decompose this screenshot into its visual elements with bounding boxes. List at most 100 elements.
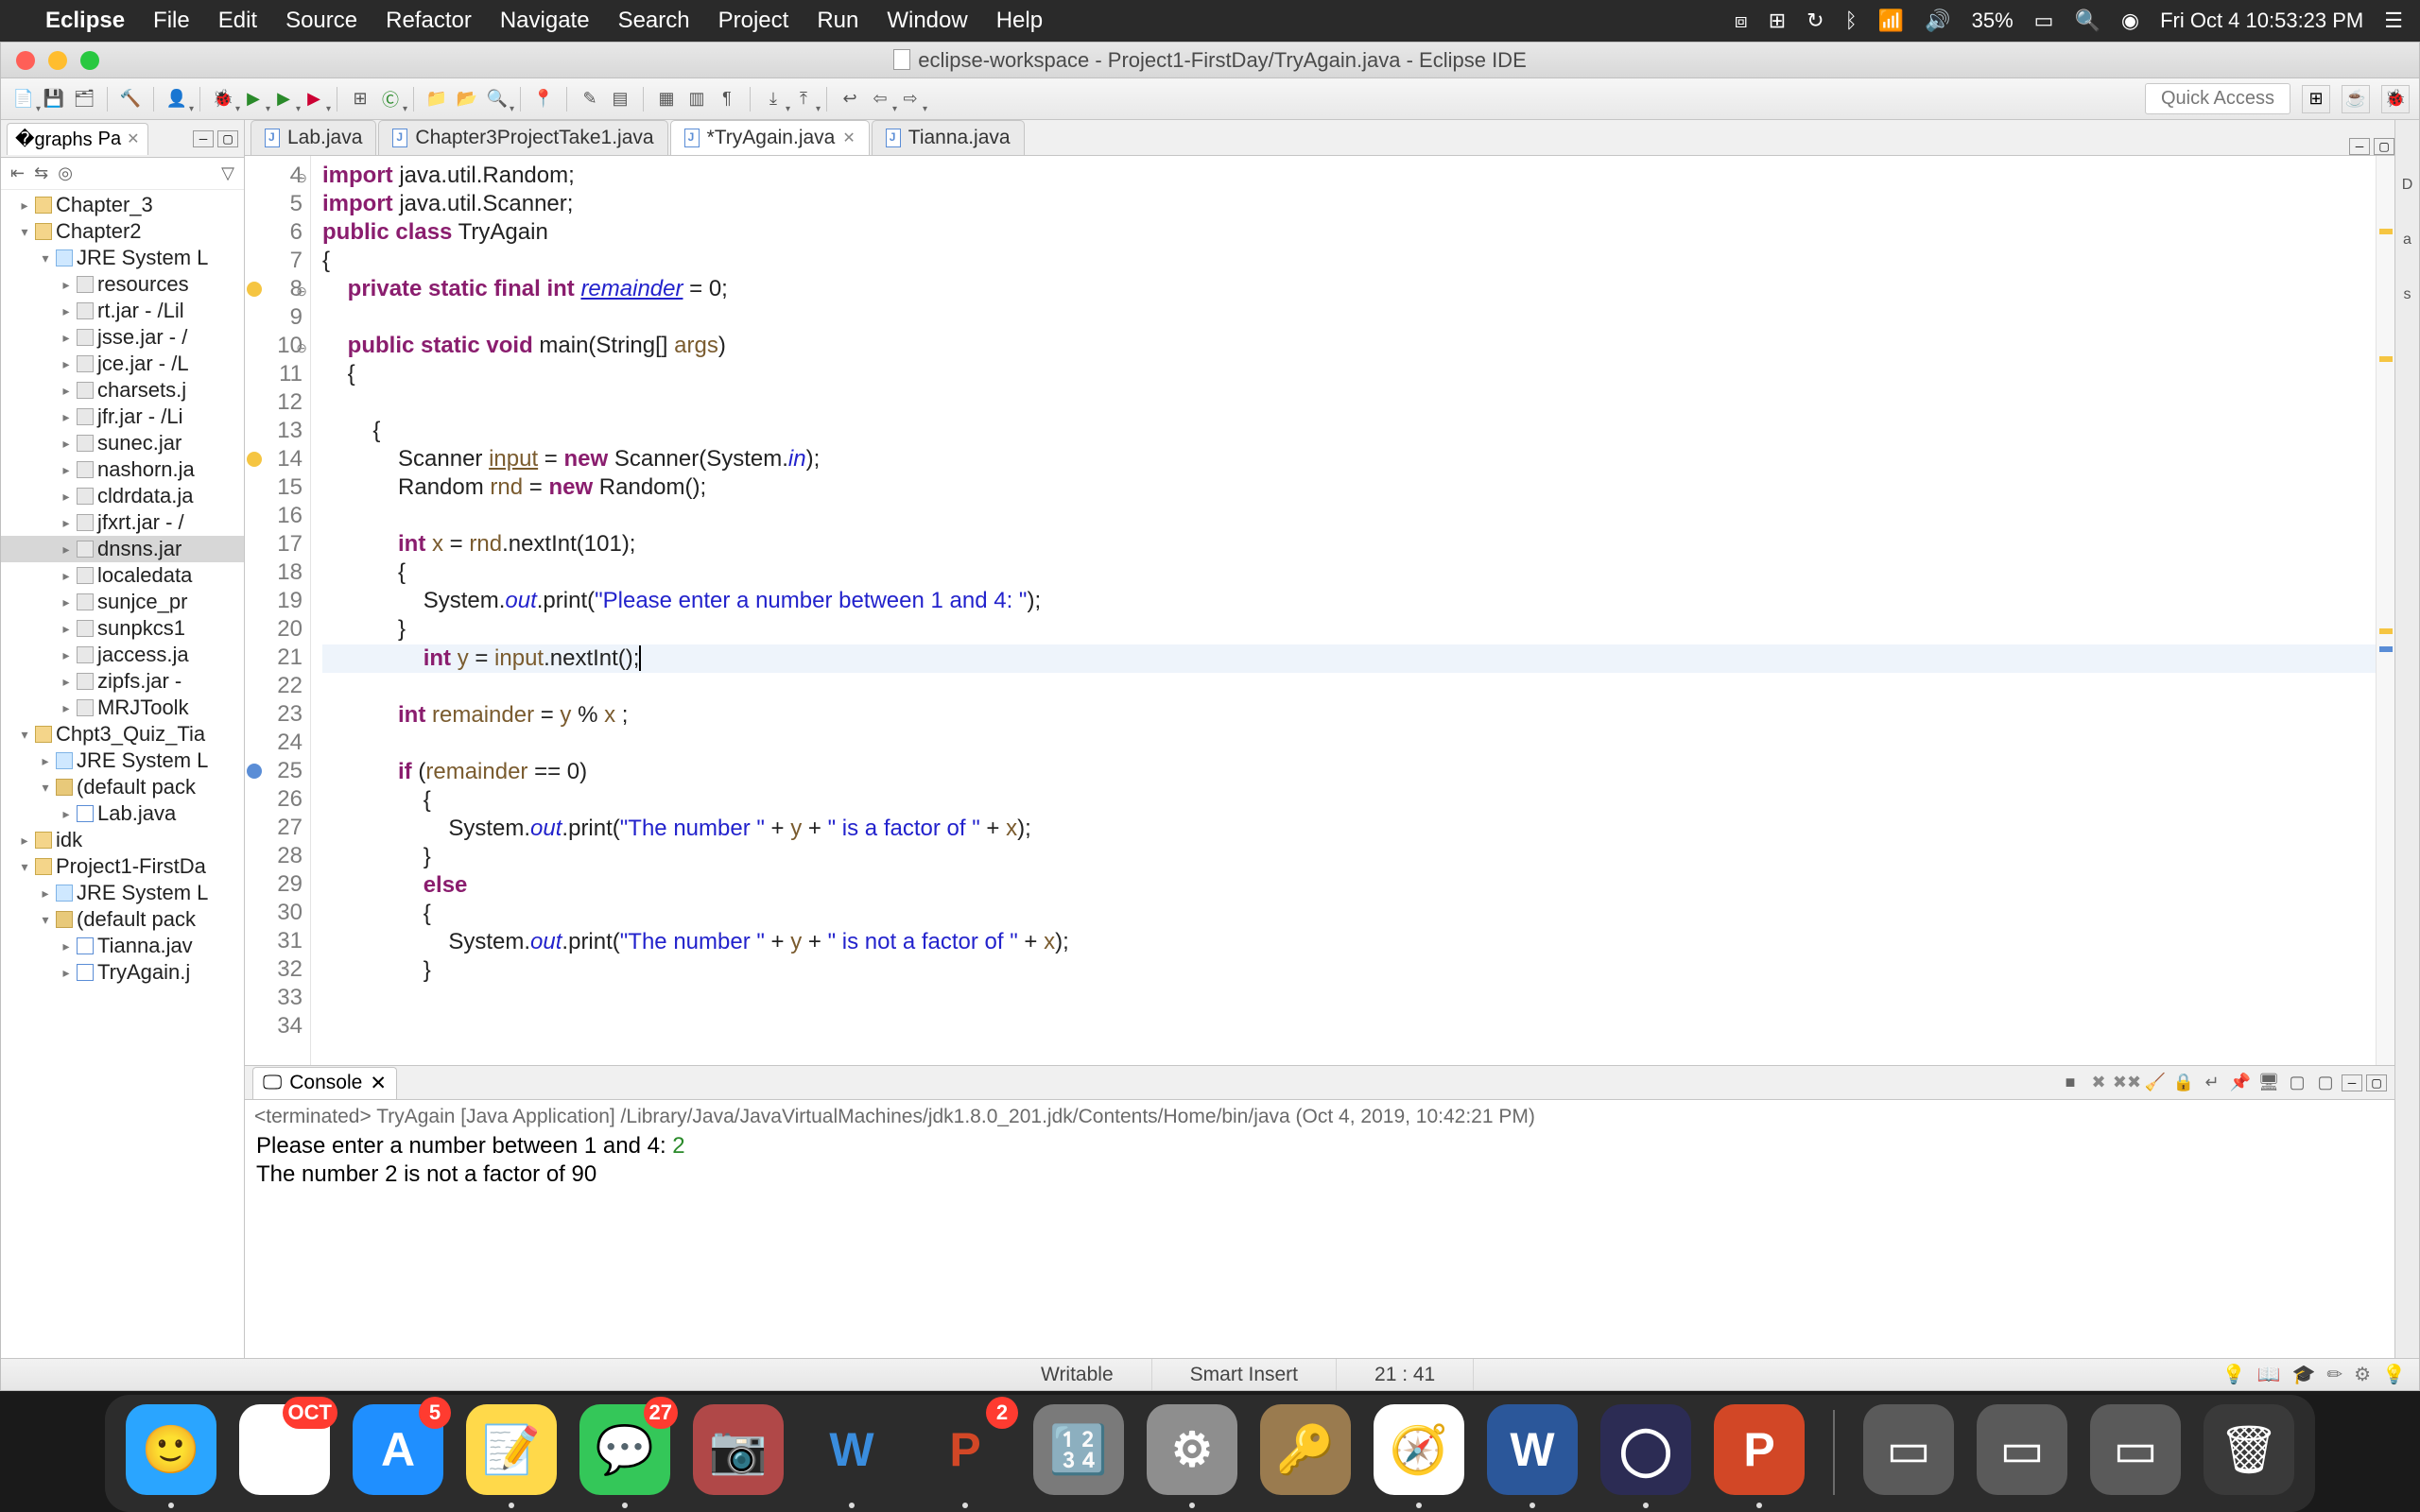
build-button[interactable]: 🔨 bbox=[117, 86, 144, 112]
scroll-lock-button[interactable]: 🔒 bbox=[2171, 1071, 2196, 1095]
new-package-button[interactable]: ⊞ bbox=[347, 86, 373, 112]
word-wrap-button[interactable]: ↵ bbox=[2200, 1071, 2224, 1095]
back-button[interactable]: ⇦ bbox=[867, 86, 893, 112]
mac-app-name[interactable]: Eclipse bbox=[45, 8, 125, 34]
prev-annotation-button[interactable]: ⤒ bbox=[790, 86, 817, 112]
menu-navigate[interactable]: Navigate bbox=[500, 8, 590, 34]
save-button[interactable]: 💾 bbox=[41, 86, 67, 112]
tree-item[interactable]: ▸resources bbox=[1, 271, 244, 298]
new-class-button[interactable]: Ⓒ bbox=[377, 86, 404, 112]
save-all-button[interactable]: 🗂 bbox=[71, 86, 97, 112]
wifi-icon[interactable]: 📶 bbox=[1878, 9, 1904, 33]
battery-icon[interactable]: ▭ bbox=[2034, 9, 2054, 33]
dock-powerpoint-p[interactable]: P2 bbox=[920, 1404, 1011, 1495]
package-explorer-tab[interactable]: �graphs Pa ✕ bbox=[7, 123, 148, 155]
last-edit-button[interactable]: ↩ bbox=[837, 86, 863, 112]
menu-edit[interactable]: Edit bbox=[218, 8, 257, 34]
debug-perspective-button[interactable]: 🐞 bbox=[2381, 85, 2410, 113]
new-button[interactable]: 📄 bbox=[10, 86, 37, 112]
tree-item[interactable]: ▸sunpkcs1 bbox=[1, 615, 244, 642]
volume-icon[interactable]: 🔊 bbox=[1925, 9, 1950, 33]
tree-item[interactable]: ▾(default pack bbox=[1, 774, 244, 800]
forward-button[interactable]: ⇨ bbox=[897, 86, 924, 112]
tree-item[interactable]: ▸cldrdata.ja bbox=[1, 483, 244, 509]
debug-button[interactable]: 🐞 bbox=[210, 86, 236, 112]
title-bar[interactable]: eclipse-workspace - Project1-FirstDay/Tr… bbox=[1, 43, 2419, 78]
editor-tab[interactable]: Lab.java bbox=[251, 120, 376, 155]
dock-doc1[interactable]: ▭ bbox=[1863, 1404, 1954, 1495]
view-menu-icon[interactable]: ▽ bbox=[221, 163, 234, 183]
close-icon[interactable]: ✕ bbox=[370, 1072, 387, 1095]
menu-window[interactable]: Window bbox=[887, 8, 967, 34]
tree-item[interactable]: ▸JRE System L bbox=[1, 880, 244, 906]
tree-item[interactable]: ▸zipfs.jar - bbox=[1, 668, 244, 695]
battery-percent[interactable]: 35% bbox=[1972, 9, 2014, 33]
tip-icon[interactable]: 💡 bbox=[2222, 1363, 2246, 1386]
tree-item[interactable]: ▸JRE System L bbox=[1, 747, 244, 774]
dock-keychain[interactable]: 🔑 bbox=[1260, 1404, 1351, 1495]
open-folder-button[interactable]: 📁 bbox=[424, 86, 450, 112]
dropbox-icon[interactable]: ⧈ bbox=[1735, 9, 1748, 33]
menu-run[interactable]: Run bbox=[817, 8, 858, 34]
dock-trash[interactable]: 🗑 bbox=[2204, 1404, 2294, 1495]
tree-item[interactable]: ▾JRE System L bbox=[1, 245, 244, 271]
tree-item[interactable]: ▾Project1-FirstDa bbox=[1, 853, 244, 880]
console-output[interactable]: Please enter a number between 1 and 4: 2… bbox=[245, 1130, 2394, 1358]
block-selection-button[interactable]: ▤ bbox=[607, 86, 633, 112]
tree-item[interactable]: ▸Tianna.jav bbox=[1, 933, 244, 959]
menu-refactor[interactable]: Refactor bbox=[386, 8, 472, 34]
tree-item[interactable]: ▸jce.jar - /L bbox=[1, 351, 244, 377]
tree-item[interactable]: ▸charsets.j bbox=[1, 377, 244, 404]
remove-all-button[interactable]: ✖✖ bbox=[2115, 1071, 2139, 1095]
dock-notes[interactable]: 📝 bbox=[466, 1404, 557, 1495]
tree-item[interactable]: ▸jaccess.ja bbox=[1, 642, 244, 668]
timemachine-icon[interactable]: ↻ bbox=[1806, 9, 1824, 33]
mark-occurrences-button[interactable]: ✎ bbox=[577, 86, 603, 112]
close-icon[interactable]: ✕ bbox=[842, 129, 855, 147]
open-folder2-button[interactable]: 📂 bbox=[454, 86, 480, 112]
external-tools-button[interactable]: ▶ bbox=[301, 86, 327, 112]
tree-item[interactable]: ▸MRJToolk bbox=[1, 695, 244, 721]
dock-photobooth[interactable]: 📷 bbox=[693, 1404, 784, 1495]
dock-eclipse[interactable]: ◯ bbox=[1600, 1404, 1691, 1495]
coverage-button[interactable]: ▶ bbox=[270, 86, 297, 112]
tree-item[interactable]: ▸TryAgain.j bbox=[1, 959, 244, 986]
toggle-breadcrumb-button[interactable]: 📍 bbox=[530, 86, 557, 112]
bulb-icon[interactable]: 💡 bbox=[2382, 1363, 2406, 1386]
bluetooth-icon[interactable]: ᛒ bbox=[1845, 9, 1858, 33]
dock-powerpoint[interactable]: P bbox=[1714, 1404, 1805, 1495]
updates-icon[interactable]: 📖 bbox=[2257, 1363, 2281, 1386]
display-console-button[interactable]: 🖥 bbox=[2256, 1071, 2281, 1095]
focus-icon[interactable]: ◎ bbox=[58, 163, 73, 183]
remove-launch-button[interactable]: ✖ bbox=[2086, 1071, 2111, 1095]
editor-tab[interactable]: Tianna.java bbox=[872, 120, 1025, 155]
clear-console-button[interactable]: 🧹 bbox=[2143, 1071, 2168, 1095]
grad-icon[interactable]: 🎓 bbox=[2291, 1363, 2315, 1386]
edit-icon[interactable]: ✏ bbox=[2326, 1363, 2342, 1386]
line-gutter[interactable]: 4⊖5678⊖910⊖11121314151617181920212223242… bbox=[245, 156, 311, 1065]
menu-file[interactable]: File bbox=[153, 8, 190, 34]
quick-access-input[interactable]: Quick Access bbox=[2145, 83, 2290, 114]
search-button[interactable]: 🔍 bbox=[484, 86, 510, 112]
open-console-button[interactable]: ▢ bbox=[2285, 1071, 2309, 1095]
tree-item[interactable]: ▾Chpt3_Quiz_Tia bbox=[1, 721, 244, 747]
next-annotation-button[interactable]: ⤓ bbox=[760, 86, 786, 112]
show-whitespace-button[interactable]: ▦ bbox=[653, 86, 680, 112]
menu-help[interactable]: Help bbox=[996, 8, 1043, 34]
tree-item[interactable]: ▸localedata bbox=[1, 562, 244, 589]
minimize-editor-button[interactable]: ─ bbox=[2349, 138, 2370, 155]
java-perspective-button[interactable]: ☕ bbox=[2342, 85, 2370, 113]
pin-console-button[interactable]: 📌 bbox=[2228, 1071, 2253, 1095]
console-tab[interactable]: 🖵 Console ✕ bbox=[252, 1067, 397, 1099]
right-trim-stack[interactable]: D a s bbox=[2394, 120, 2419, 1358]
overview-ruler[interactable] bbox=[2376, 156, 2394, 1065]
dock-word[interactable]: W bbox=[1487, 1404, 1578, 1495]
tree-item[interactable]: ▸jfr.jar - /Li bbox=[1, 404, 244, 430]
dock-word-w[interactable]: W bbox=[806, 1404, 897, 1495]
tree-item[interactable]: ▸Lab.java bbox=[1, 800, 244, 827]
notification-center-icon[interactable]: ☰ bbox=[2384, 9, 2403, 33]
dock-doc2[interactable]: ▭ bbox=[1977, 1404, 2067, 1495]
dock-settings[interactable]: ⚙︎ bbox=[1147, 1404, 1237, 1495]
editor-tab[interactable]: *TryAgain.java✕ bbox=[670, 120, 870, 155]
tree-item[interactable]: ▸idk bbox=[1, 827, 244, 853]
